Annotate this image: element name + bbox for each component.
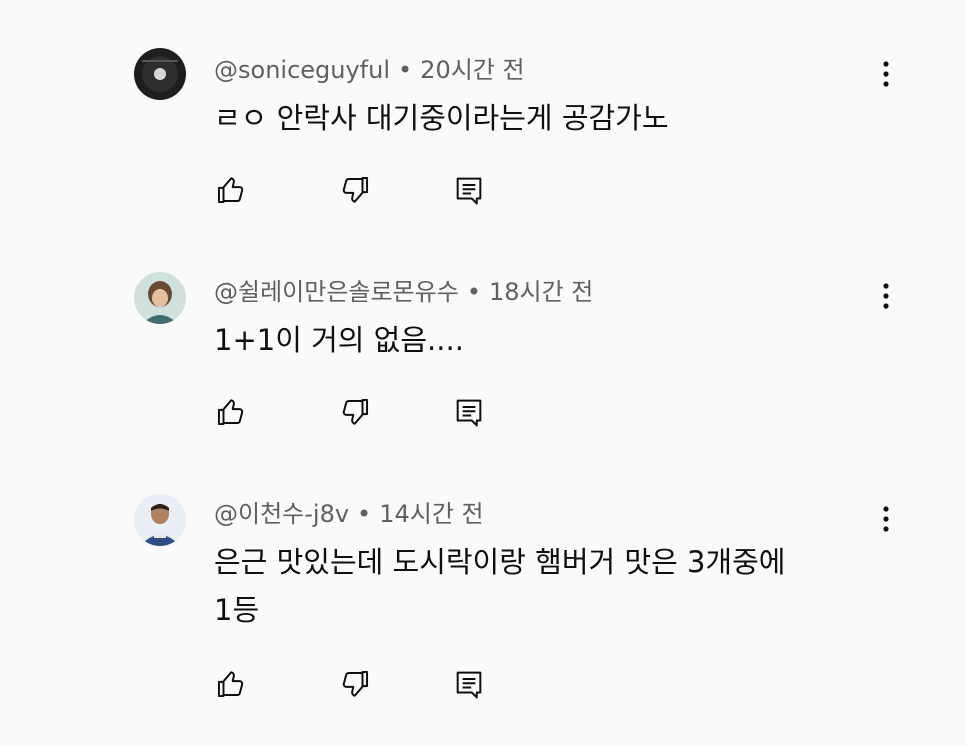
thumbs-down-icon [342,670,369,697]
comment-line: 1+1이 거의 없음.... [214,323,464,357]
reply-button[interactable] [452,667,486,701]
reply-icon [456,177,482,205]
thumbs-up-icon [217,399,244,426]
avatar-image [134,272,186,324]
like-button[interactable] [214,173,248,207]
meta-separator: • [398,56,413,84]
dislike-button[interactable] [338,395,372,429]
more-vertical-icon [883,283,889,309]
comment-author[interactable]: @soniceguyful [214,56,390,84]
thumbs-up-icon [217,671,244,698]
more-options-button[interactable] [872,56,900,92]
avatar[interactable] [134,272,186,324]
comment-author[interactable]: @쉴레이만은솔로몬유수 [214,278,459,306]
thumbs-up-icon [217,177,244,204]
comment-line: 은근 맛있는데 도시락이랑 햄버거 맛은 3개중에 [214,545,786,579]
comment-text: ㄹㅇ 안락사 대기중이라는게 공감가노 [214,94,874,142]
meta-separator: • [466,278,481,306]
comment-text: 은근 맛있는데 도시락이랑 햄버거 맛은 3개중에 1등 [214,538,874,634]
avatar-image [134,48,186,100]
avatar-image [134,494,186,546]
comment-meta: @soniceguyful • 20시간 전 [214,55,525,85]
more-vertical-icon [883,506,889,532]
more-options-button[interactable] [872,278,900,314]
reply-icon [456,671,482,699]
like-button[interactable] [214,395,248,429]
comment-text: 1+1이 거의 없음.... [214,316,874,364]
comment-time[interactable]: 14시간 전 [379,500,483,528]
reply-button[interactable] [452,173,486,207]
more-vertical-icon [883,61,889,87]
more-options-button[interactable] [872,501,900,537]
comment-line: ㄹㅇ 안락사 대기중이라는게 공감가노 [214,101,669,135]
comment-author[interactable]: @이천수-j8v [214,500,349,528]
like-button[interactable] [214,667,248,701]
reply-icon [456,399,482,427]
comment-line: 1등 [214,593,260,627]
comments-page: @soniceguyful • 20시간 전 ㄹㅇ 안락사 대기중이라는게 공감가노 [0,0,966,746]
avatar[interactable] [134,494,186,546]
comment-time[interactable]: 20시간 전 [420,56,524,84]
comment-meta: @쉴레이만은솔로몬유수 • 18시간 전 [214,277,593,307]
dislike-button[interactable] [338,173,372,207]
thumbs-down-icon [342,176,369,203]
comment-meta: @이천수-j8v • 14시간 전 [214,499,484,529]
meta-separator: • [357,500,372,528]
avatar[interactable] [134,48,186,100]
comment-time[interactable]: 18시간 전 [489,278,593,306]
reply-button[interactable] [452,395,486,429]
thumbs-down-icon [342,398,369,425]
dislike-button[interactable] [338,667,372,701]
